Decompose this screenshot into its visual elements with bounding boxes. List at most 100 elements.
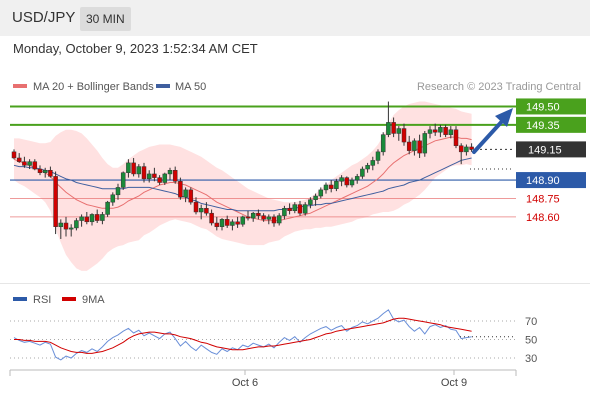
candle-body [79,216,84,221]
candle-body [349,179,355,186]
candle-body [370,160,376,166]
candle-body [271,216,277,224]
rsi-legend-label: RSI [33,294,51,306]
candle-body [266,216,272,220]
candle-body [84,216,90,223]
candle-body [302,204,308,214]
candle-body [11,151,17,159]
candle-body [115,187,121,196]
candle-body [287,208,292,211]
candle-body [375,151,381,161]
candle-body [339,177,344,182]
candle-body [438,127,443,133]
candle-body [313,195,318,200]
candle-body [224,219,230,226]
level-label-148.60: 148.60 [526,212,560,224]
copyright-label: Research © 2023 Trading Central [417,81,581,93]
candle-body [453,129,459,146]
chart-svg: MA 20 + Bollinger Bands MA 50 Research © 2… [9,81,586,389]
rsi-tick-label: 50 [525,335,537,347]
candle-body [396,128,402,134]
candle-body [16,157,22,162]
candle-body [136,166,142,175]
candle-body [297,204,303,214]
candle-body [100,214,105,221]
candle-body [188,189,194,203]
ma20-legend-swatch [13,84,27,88]
candle-body [282,208,287,216]
candle-body [89,214,95,223]
candle-body [193,201,199,213]
candle-body [240,216,246,225]
candle-body [412,140,417,151]
candle-body [141,166,147,180]
current-price-label: 149.15 [528,144,562,156]
candle-body [53,176,58,227]
candle-body [458,145,464,153]
candle-body [292,204,298,211]
rsi-tick-label: 70 [525,316,537,328]
candle-body [58,222,64,227]
rsi-legend-swatch [13,297,27,301]
candle-body [235,221,240,225]
candle-body [110,194,116,203]
candle-body [178,181,183,198]
level-label-149.35: 149.35 [526,120,560,132]
candle-body [120,172,126,188]
rsi-9ma-line [14,317,472,354]
candle-body [417,140,422,154]
candle-body [443,127,448,135]
ma9-legend-label: 9MA [82,294,105,306]
candle-body [256,212,261,216]
candle-body [183,189,188,198]
candle-body [131,162,136,175]
candle-body [401,128,407,143]
candle-body [214,222,220,227]
candle-body [157,177,162,183]
candle-body [146,173,152,180]
candle-body [209,212,214,224]
ma50-legend-label: MA 50 [175,81,206,93]
x-tick-label: Oct 9 [441,377,467,389]
candle-body [427,129,433,134]
candle-body [172,170,178,182]
level-label-148.90: 148.90 [526,175,560,187]
ma50-legend-swatch [156,84,170,88]
candle-body [219,219,225,227]
candle-body [48,170,53,177]
candle-body [22,161,27,166]
candle-body [162,173,168,183]
candle-body [360,168,365,177]
candle-body [63,222,69,230]
candle-body [318,189,324,197]
candle-body [245,216,251,219]
candle-body [365,165,370,170]
candle-body [32,161,38,170]
candle-body [354,176,360,181]
candle-body [406,141,412,151]
candle-body [344,177,350,186]
candle-body [152,173,157,178]
candle-body [328,184,334,189]
candle-body [250,212,256,219]
candle-body [334,181,339,189]
candle-body [204,208,209,214]
candle-body [68,227,74,230]
candle-body [94,214,100,221]
ma20-legend-label: MA 20 + Bollinger Bands [33,81,154,93]
candle-body [432,129,438,133]
rsi-tick-label: 30 [525,353,537,365]
candle-body [198,208,204,213]
candle-body [422,133,428,154]
candle-body [105,201,110,215]
forecast-arrow [472,116,507,154]
candle-body [167,170,173,175]
candle-body [37,168,43,173]
level-label-149.50: 149.50 [526,101,560,113]
candle-body [230,221,235,226]
level-label-148.75: 148.75 [526,193,560,205]
candle-body [391,122,396,134]
candle-body [386,122,391,135]
candle-body [74,220,79,229]
candle-body [42,170,48,173]
